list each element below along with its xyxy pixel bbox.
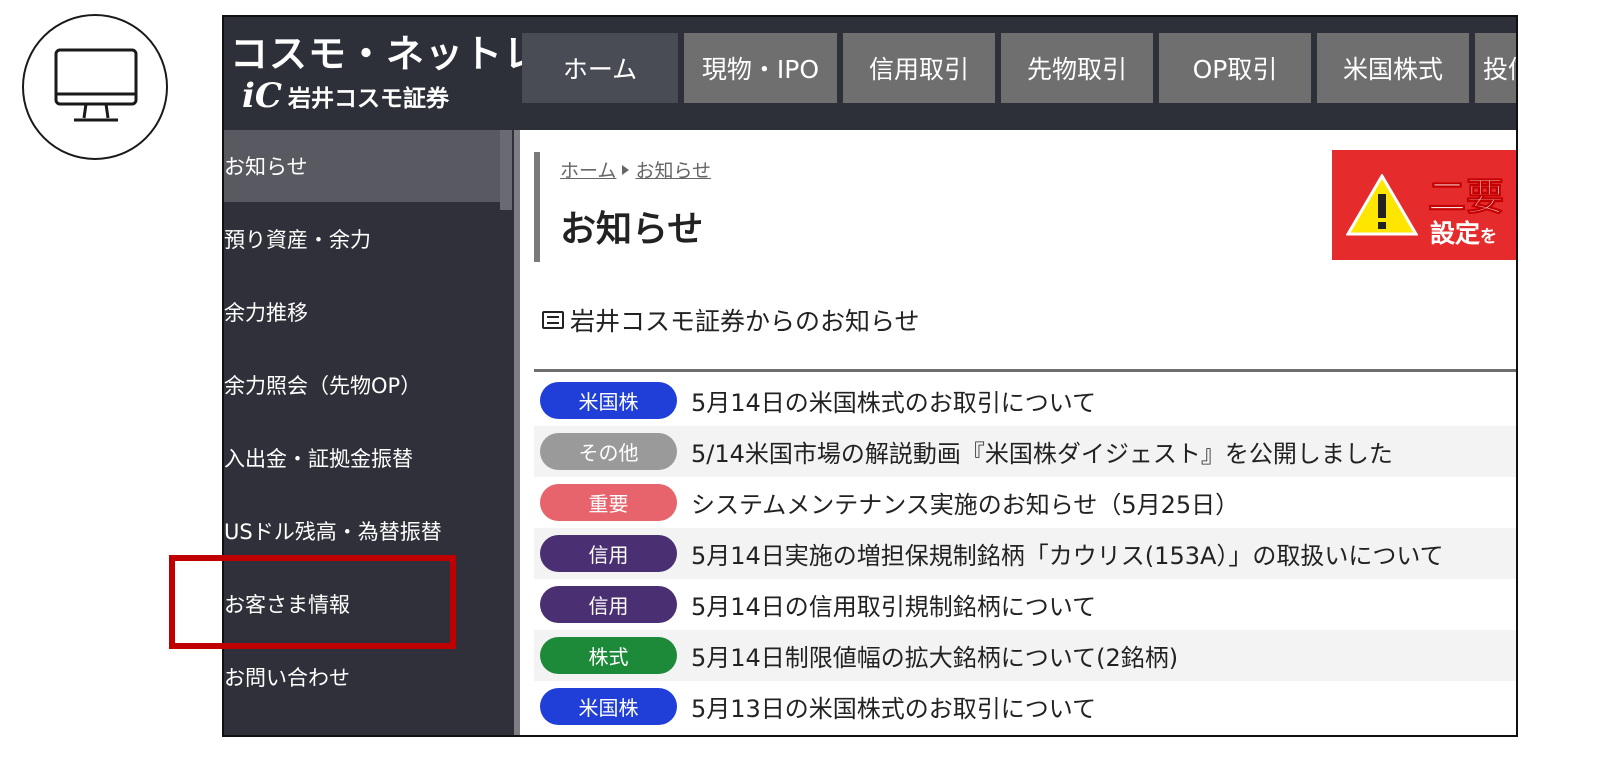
news-category-badge: 米国株 [540,382,677,419]
top-header: コスモ・ネットレ iC 岩井コスモ証券 ホーム 現物・IPO 信用取引 先物取引… [224,17,1516,130]
news-title[interactable]: システムメンテナンス実施のお知らせ（5月25日） [691,485,1239,520]
section-heading: 岩井コスモ証券からのお知らせ [542,302,920,338]
news-item[interactable]: 信用 5月14日の信用取引規制銘柄について [534,579,1516,630]
sidebar-item-notices[interactable]: お知らせ [224,130,508,202]
nav-tab-home[interactable]: ホーム [522,33,678,103]
news-item[interactable]: 米国株 5月14日の米国株式のお取引について [534,375,1516,426]
news-item[interactable]: その他 5/14米国市場の解説動画『米国株ダイジェスト』を公開しました [534,426,1516,477]
page-title: お知らせ [560,209,704,250]
nav-tab-cash-ipo[interactable]: 現物・IPO [684,33,837,103]
notice-icon [542,311,564,329]
news-title[interactable]: 5月14日制限値幅の拡大銘柄について(2銘柄) [691,638,1178,673]
sidebar-scrollbar[interactable] [500,130,512,210]
nav-tab-margin[interactable]: 信用取引 [843,33,995,103]
news-item[interactable]: 重要 システムメンテナンス実施のお知らせ（5月25日） [534,477,1516,528]
breadcrumb-current-link[interactable]: お知らせ [635,160,711,182]
nav-tab-options[interactable]: OP取引 [1159,33,1311,103]
news-category-badge: 株式 [540,637,677,674]
section-divider [534,369,1516,372]
breadcrumb: ホーム お知らせ [560,156,711,183]
company-mark-icon: iC [242,76,282,116]
alert-subtitle: 設定を [1430,214,1497,250]
breadcrumb-home-link[interactable]: ホーム [560,160,616,182]
nav-tab-futures[interactable]: 先物取引 [1001,33,1153,103]
nav-tab-funds[interactable]: 投信 [1475,33,1516,103]
news-title[interactable]: 5/14米国市場の解説動画『米国株ダイジェスト』を公開しました [691,434,1393,469]
alert-subtitle-main: 設定 [1430,219,1481,248]
warning-icon [1346,174,1418,236]
brand-name: コスモ・ネットレ [230,32,543,76]
news-item[interactable]: 株式 5月14日制限値幅の拡大銘柄について(2銘柄) [534,630,1516,681]
section-heading-text: 岩井コスモ証券からのお知らせ [570,307,920,336]
main-content: ホーム お知らせ お知らせ 二要 設定を 岩井コスモ証券からのお知らせ 米国株 5… [520,130,1516,735]
news-category-badge: 重要 [540,484,677,521]
alert-subtitle-tail: を [1480,227,1498,247]
company-name: 岩井コスモ証券 [287,86,449,112]
news-category-badge: その他 [540,433,677,470]
alert-title: 二要 [1427,175,1505,220]
main-nav: ホーム 現物・IPO 信用取引 先物取引 OP取引 米国株式 投信 [522,33,1516,103]
breadcrumb-arrow-icon [622,165,630,175]
nav-tab-us-stocks[interactable]: 米国株式 [1317,33,1469,103]
sidebar-item-assets[interactable]: 預り資産・余力 [224,203,508,275]
sidebar-item-deposit-transfer[interactable]: 入出金・証拠金振替 [224,422,508,494]
news-title[interactable]: 5月14日実施の増担保規制銘柄「カウリス(153A）」の取扱いについて [691,536,1444,571]
news-title[interactable]: 5月13日の米国株式のお取引について [691,689,1096,724]
two-factor-alert-banner[interactable]: 二要 設定を [1332,150,1516,260]
sidebar-item-buying-power-futures[interactable]: 余力照会（先物OP） [224,349,508,421]
news-category-badge: 米国株 [540,688,677,725]
news-item[interactable]: 米国株 5月13日の米国株式のお取引について [534,681,1516,732]
sidebar-item-contact[interactable]: お問い合わせ [224,641,508,713]
news-category-badge: 信用 [540,586,677,623]
news-item[interactable]: 信用 5月14日実施の増担保規制銘柄「カウリス(153A）」の取扱いについて [534,528,1516,579]
news-title[interactable]: 5月14日の米国株式のお取引について [691,383,1096,418]
sidebar-item-buying-power-history[interactable]: 余力推移 [224,276,508,348]
news-title[interactable]: 5月14日の信用取引規制銘柄について [691,587,1096,622]
brand-logo[interactable]: コスモ・ネットレ iC 岩井コスモ証券 [224,17,541,130]
monitor-icon [22,14,168,160]
news-list: 米国株 5月14日の米国株式のお取引について その他 5/14米国市場の解説動画… [534,375,1516,732]
highlight-box [169,555,456,649]
news-category-badge: 信用 [540,535,677,572]
title-accent [534,152,540,262]
